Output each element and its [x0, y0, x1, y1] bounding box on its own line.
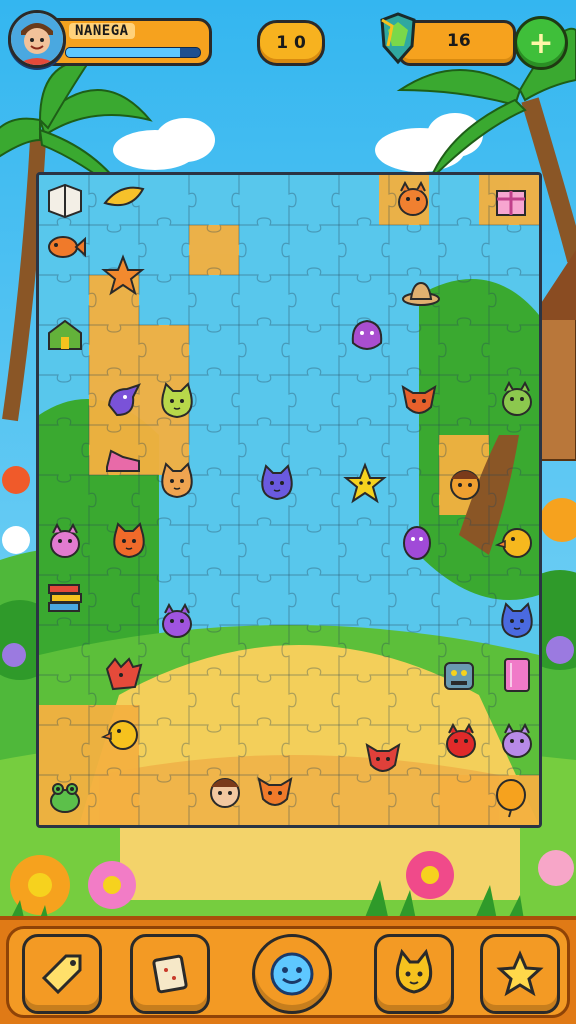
- piece-orange-fox[interactable]: [253, 769, 297, 813]
- egg-icon: [403, 526, 431, 560]
- star-icon: [343, 462, 387, 504]
- piece-yellow-chick[interactable]: [495, 519, 539, 563]
- piece-red-hat-face[interactable]: [443, 461, 487, 505]
- card-icon: [152, 954, 188, 994]
- fish-icon: [48, 236, 86, 258]
- robot-icon: [444, 662, 474, 690]
- piece-red-dragon[interactable]: [101, 653, 145, 697]
- piece-cat-face[interactable]: [155, 459, 199, 503]
- star-icon: [496, 950, 544, 997]
- piece-pink-gem[interactable]: [495, 653, 539, 697]
- cat-icon: [261, 464, 293, 501]
- piece-orange-fish[interactable]: [43, 225, 87, 269]
- shoe-icon: [106, 449, 140, 472]
- piece-boy-face[interactable]: [203, 769, 247, 813]
- level-counter: 1 0: [257, 20, 325, 66]
- hat-icon: [402, 281, 440, 306]
- books-icon: [48, 584, 82, 612]
- player-avatar[interactable]: [8, 10, 66, 68]
- fox-icon: [257, 776, 293, 806]
- creature-icon: [398, 180, 428, 216]
- leaf-icon: [103, 186, 145, 207]
- face-icon: [450, 470, 480, 500]
- pet-tool-button[interactable]: [374, 934, 454, 1014]
- balloon-icon: [496, 779, 526, 818]
- chick-icon: [101, 720, 138, 750]
- fox-icon: [401, 384, 437, 414]
- bottom-toolbar: [0, 916, 576, 1024]
- piece-red-creature[interactable]: [439, 719, 483, 763]
- creature-icon: [502, 722, 532, 758]
- piece-banana-leaf[interactable]: [101, 177, 145, 221]
- piece-purple-egg[interactable]: [395, 519, 439, 563]
- piece-fox[interactable]: [397, 377, 441, 421]
- cat-icon: [113, 522, 145, 559]
- piece-green-frog[interactable]: [43, 775, 87, 819]
- piece-orange-balloon[interactable]: [489, 775, 533, 819]
- piece-green-cat[interactable]: [155, 379, 199, 423]
- blob-icon: [351, 319, 383, 350]
- favorite-tool-button[interactable]: [480, 934, 560, 1014]
- piece-orange-cat[interactable]: [107, 519, 151, 563]
- gift-icon: [496, 190, 526, 216]
- xp-bar-fill: [66, 48, 180, 57]
- piece-book[interactable]: [43, 177, 87, 221]
- frog-icon: [50, 783, 80, 813]
- piece-pink-shoe[interactable]: [101, 437, 145, 481]
- piece-pink-creature[interactable]: [43, 519, 87, 563]
- cat-icon: [395, 948, 433, 994]
- gem-count: 16: [447, 31, 471, 51]
- piece-purple-bird[interactable]: [101, 379, 145, 423]
- bird-icon: [107, 383, 141, 417]
- level-value: 1 0: [276, 33, 306, 53]
- cat-icon: [501, 602, 533, 639]
- gem-shield-icon: [374, 12, 422, 66]
- piece-purple-blob[interactable]: [345, 313, 389, 357]
- piece-hat[interactable]: [399, 271, 443, 315]
- smiley-icon: [270, 952, 314, 996]
- creature-icon: [502, 380, 532, 416]
- face-icon: [210, 778, 240, 808]
- piece-yellow-star[interactable]: [343, 461, 387, 505]
- piece-violet-creature[interactable]: [155, 599, 199, 643]
- house-icon: [48, 319, 82, 350]
- fox-icon: [365, 742, 401, 772]
- piece-gift-box[interactable]: [489, 177, 533, 221]
- piece-green-house[interactable]: [43, 313, 87, 357]
- chick-icon: [495, 528, 532, 558]
- plus-icon: +: [528, 25, 554, 61]
- piece-red-books[interactable]: [43, 575, 87, 619]
- piece-yellow-bird[interactable]: [101, 711, 145, 755]
- tag-icon: [41, 954, 82, 995]
- piece-robot[interactable]: [437, 653, 481, 697]
- face-tool-button[interactable]: [252, 934, 332, 1014]
- piece-small-fox[interactable]: [361, 735, 405, 779]
- player-name: NANEGA: [69, 23, 135, 39]
- piece-starfish[interactable]: [101, 253, 145, 297]
- xp-bar: [65, 47, 201, 58]
- creature-icon: [50, 522, 80, 558]
- cat-icon: [161, 462, 193, 499]
- book-icon: [48, 183, 82, 219]
- piece-purple-cat[interactable]: [255, 461, 299, 505]
- piece-green-creature[interactable]: [495, 377, 539, 421]
- piece-orange-creature[interactable]: [391, 177, 435, 221]
- starfish-icon: [101, 254, 145, 296]
- cat-icon: [161, 382, 193, 419]
- dragon-icon: [105, 657, 143, 691]
- puzzle-board[interactable]: [36, 172, 542, 828]
- avatar-face-icon: [11, 13, 63, 65]
- creature-icon: [446, 722, 476, 758]
- gem-icon: [504, 658, 530, 692]
- piece-blue-cat[interactable]: [495, 599, 539, 643]
- shuffle-tool-button[interactable]: [130, 934, 210, 1014]
- piece-lilac-creature[interactable]: [495, 719, 539, 763]
- hint-tool-button[interactable]: [22, 934, 102, 1014]
- add-gems-button[interactable]: +: [514, 16, 568, 70]
- creature-icon: [162, 602, 192, 638]
